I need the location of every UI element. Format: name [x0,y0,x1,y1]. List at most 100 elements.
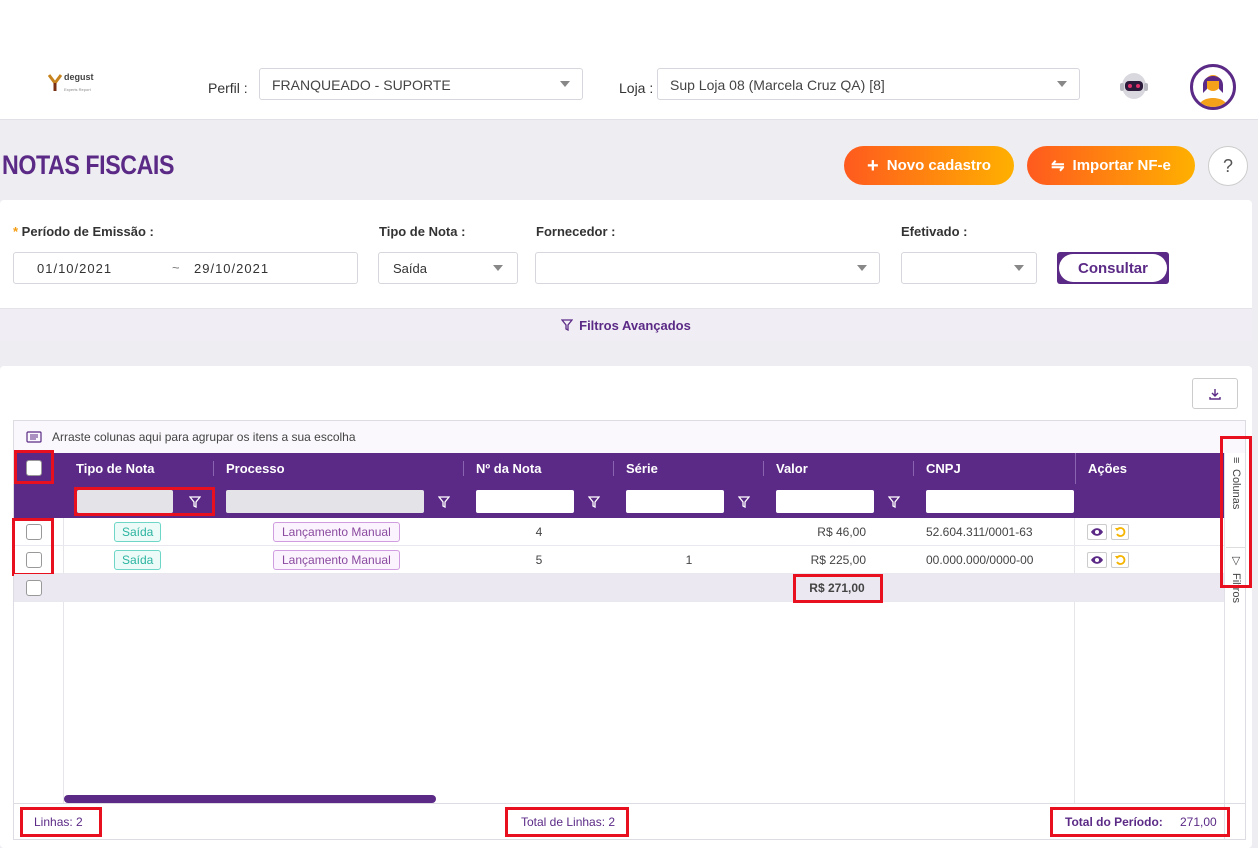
column-header-cnpj[interactable]: CNPJ [914,453,961,484]
column-header-valor[interactable]: Valor [764,453,808,484]
tipo-nota-label: Tipo de Nota : [379,224,466,239]
loja-label: Loja : [619,80,654,96]
view-button[interactable] [1087,552,1107,568]
summary-checkbox[interactable] [26,580,42,596]
numero-cell: 4 [535,525,543,539]
filter-input-numero[interactable] [476,490,574,513]
tipo-nota-value: Saída [393,261,427,276]
filter-icon[interactable] [738,496,750,508]
export-button[interactable] [1192,378,1238,409]
periodo-label: * Período de Emissão : [13,224,154,239]
date-from[interactable]: 01/10/2021 [37,261,112,276]
plus-icon: + [867,154,879,177]
loja-select[interactable]: Sup Loja 08 (Marcela Cruz QA) [8] [657,68,1080,100]
date-separator: ~ [172,260,180,275]
user-avatar[interactable] [1190,64,1236,110]
chevron-down-icon [857,265,867,271]
filter-icon[interactable] [438,496,450,508]
processo-tag: Lançamento Manual [273,522,400,542]
efetivado-select[interactable] [901,252,1037,284]
column-header-acoes: Ações [1075,453,1127,484]
advanced-filters-label: Filtros Avançados [579,317,691,333]
view-button[interactable] [1087,524,1107,540]
chevron-down-icon [493,265,503,271]
chevron-down-icon [1014,265,1024,271]
valor-cell: R$ 46,00 [817,525,866,539]
periodo-label-text: Período de Emissão : [21,224,154,239]
highlight-box [14,450,54,484]
date-range-picker[interactable]: 01/10/2021 ~ 29/10/2021 [13,252,358,284]
revert-button[interactable] [1111,552,1129,568]
filter-input-processo[interactable] [226,490,424,513]
filters-panel: * Período de Emissão : 01/10/2021 ~ 29/1… [0,200,1252,341]
filter-icon[interactable] [588,496,600,508]
import-nfe-label: Importar NF-e [1072,157,1171,174]
grid-header: Tipo de Nota Processo Nº da Nota Série V… [14,450,1224,484]
revert-button[interactable] [1111,524,1129,540]
fornecedor-label: Fornecedor : [536,224,616,239]
column-header-numero[interactable]: Nº da Nota [464,453,541,484]
help-icon: ? [1222,155,1233,176]
perfil-select[interactable]: FRANQUEADO - SUPORTE [259,68,583,100]
notas-grid: Arraste colunas aqui para agrupar os ite… [12,420,1252,840]
required-marker: * [13,224,22,239]
grid-footer: Linhas: 2 Total de Linhas: 2 Total do Pe… [14,803,1245,839]
consultar-label: Consultar [1059,254,1167,282]
efetivado-label: Efetivado : [901,224,968,239]
logo-subtitle: Experts Report [64,87,91,92]
cnpj-cell: 52.604.311/0001-63 [926,525,1033,539]
swap-arrows-icon: ⇋ [1051,157,1065,175]
serie-cell: 1 [685,553,693,567]
highlight-box [74,487,215,516]
tipo-tag: Saída [114,522,162,542]
filter-input-cnpj[interactable] [926,490,1074,513]
filter-funnel-icon [561,319,574,331]
table-row[interactable]: Saída Lançamento Manual 5 1 R$ 225,00 00… [14,546,1224,574]
column-header-processo[interactable]: Processo [214,453,285,484]
horizontal-scrollbar[interactable] [64,795,436,803]
column-header-serie[interactable]: Série [614,453,658,484]
date-to[interactable]: 29/10/2021 [194,261,269,276]
grid-filter-row [14,484,1224,518]
filter-input-serie[interactable] [626,490,724,513]
table-row[interactable]: Saída Lançamento Manual 4 R$ 46,00 52.60… [14,518,1224,546]
highlight-box [1220,436,1252,588]
fornecedor-select[interactable] [535,252,880,284]
group-hint-text: Arraste colunas aqui para agrupar os ite… [52,430,356,444]
advanced-filters-toggle[interactable]: Filtros Avançados [0,308,1252,341]
page-title: NOTAS FISCAIS [2,150,175,180]
valor-cell: R$ 225,00 [810,553,866,567]
user-avatar-icon [1199,75,1227,107]
highlight-box [505,807,629,837]
highlight-box [793,574,883,603]
robot-assistant-icon[interactable] [1118,70,1150,104]
loja-value: Sup Loja 08 (Marcela Cruz QA) [8] [670,77,885,93]
download-icon [1209,388,1221,400]
logo-word: degust [64,72,94,82]
help-button[interactable]: ? [1208,146,1248,186]
undo-icon [1115,555,1126,565]
filter-icon[interactable] [888,496,900,508]
degust-logo[interactable]: degust Experts Report [48,72,98,100]
undo-icon [1115,527,1126,537]
filter-input-valor[interactable] [776,490,874,513]
perfil-label: Perfil : [208,80,248,96]
logo-mark-icon [48,74,62,91]
summary-row: R$ 271,00 [14,574,1224,603]
processo-tag: Lançamento Manual [273,550,400,570]
column-header-tipo[interactable]: Tipo de Nota [64,453,154,484]
highlight-box [20,807,102,837]
consultar-button[interactable]: Consultar [1057,252,1169,284]
side-tool-panel: ≡ Colunas ▽ Filtros [1220,436,1252,839]
eye-icon [1091,528,1103,536]
highlight-box [12,518,54,576]
highlight-box [1050,807,1230,837]
top-bar: degust Experts Report Perfil : FRANQUEAD… [0,0,1258,120]
chevron-down-icon [560,81,570,87]
import-nfe-button[interactable]: ⇋ Importar NF-e [1027,146,1195,185]
tipo-nota-select[interactable]: Saída [378,252,518,284]
new-record-button[interactable]: + Novo cadastro [844,146,1014,185]
cnpj-cell: 00.000.000/0000-00 [926,553,1034,567]
group-panel[interactable]: Arraste colunas aqui para agrupar os ite… [14,421,1245,453]
tipo-tag: Saída [114,550,162,570]
